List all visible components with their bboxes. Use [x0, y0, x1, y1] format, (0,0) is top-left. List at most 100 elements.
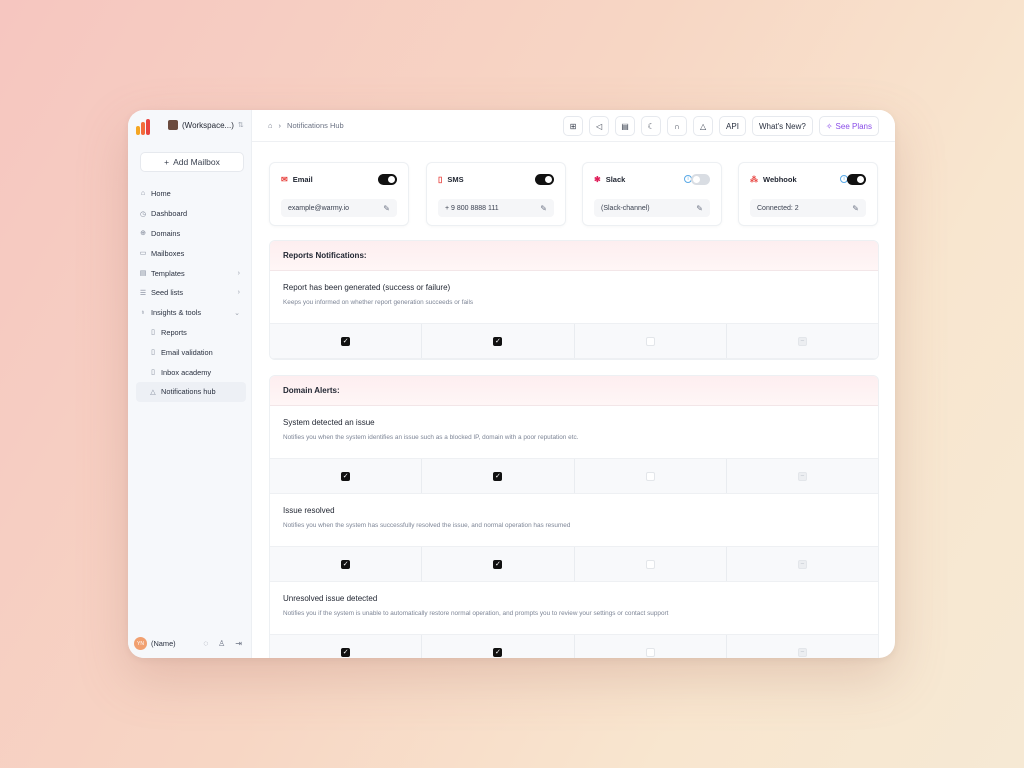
checkbox-cell: ✓: [422, 547, 575, 581]
mailboxes-icon: ▭: [139, 250, 147, 258]
sidebar-item-label: Notifications hub: [161, 387, 216, 397]
user-icon[interactable]: ♙: [218, 639, 225, 648]
sidebar: (Workspace...) ⇅ + Add Mailbox ⌂ Home ◷ Da…: [128, 110, 252, 658]
sidebar-item-inbox-academy[interactable]: ▯ Inbox academy: [136, 362, 246, 382]
add-mailbox-label: Add Mailbox: [173, 157, 220, 167]
slack-checkbox[interactable]: [645, 471, 655, 481]
pencil-icon[interactable]: ✎: [540, 204, 547, 213]
sidebar-item-mailboxes[interactable]: ▭ Mailboxes: [136, 243, 246, 263]
sidebar-item-label: Email validation: [161, 347, 213, 357]
chat-icon[interactable]: ◌: [203, 639, 208, 648]
slack-toggle[interactable]: [691, 174, 710, 185]
workspace-selector[interactable]: (Workspace...) ⇅: [168, 120, 244, 130]
envelope-icon: ✉: [281, 175, 288, 184]
sidebar-item-seed-lists[interactable]: ☰ Seed lists ›: [136, 283, 246, 303]
breadcrumb-current: Notifications Hub: [287, 121, 344, 130]
channel-header: ▯ SMS: [438, 175, 464, 184]
pencil-icon[interactable]: ✎: [383, 204, 390, 213]
notification-description: Notifies you when the system has success…: [283, 522, 571, 529]
sidebar-item-insights[interactable]: ♁ Insights & tools ⌄: [136, 303, 246, 323]
dashboard-icon: ◷: [139, 210, 147, 218]
megaphone-icon[interactable]: ◁: [589, 116, 610, 136]
headset-icon[interactable]: ∩: [667, 116, 688, 136]
email-checkbox[interactable]: ✓: [341, 559, 351, 569]
email-checkbox[interactable]: ✓: [341, 647, 351, 657]
checkbox-cell: [575, 459, 727, 493]
notification-item: System detected an issue Notifies you wh…: [270, 406, 878, 458]
avatar[interactable]: YN: [134, 637, 147, 650]
see-plans-button[interactable]: ✧ See Plans: [818, 116, 879, 136]
checkbox-cell: –: [727, 459, 878, 493]
sms-checkbox[interactable]: ✓: [493, 336, 503, 346]
whats-new-button[interactable]: What's New?: [751, 116, 813, 136]
moon-icon[interactable]: ☾: [641, 116, 662, 136]
email-checkbox[interactable]: ✓: [341, 471, 351, 481]
notification-title: Report has been generated (success or fa…: [283, 283, 451, 292]
document-icon[interactable]: ▤: [615, 116, 636, 136]
slack-channel-field[interactable]: (Slack-channel) ✎: [594, 199, 710, 217]
slack-checkbox[interactable]: [645, 647, 655, 657]
pencil-icon[interactable]: ✎: [852, 204, 859, 213]
notification-bell-icon[interactable]: △: [693, 116, 714, 136]
channel-value: + 9 800 8888 111: [445, 204, 499, 212]
webhook-checkbox[interactable]: –: [797, 471, 807, 481]
channel-header: ✱ Slack: [594, 175, 625, 184]
sidebar-item-label: Reports: [161, 327, 187, 337]
checkbox-cell: ✓: [270, 547, 423, 581]
webhook-checkbox[interactable]: –: [797, 336, 807, 346]
section-title: Reports Notifications:: [270, 241, 878, 271]
sidebar-item-email-validation[interactable]: ▯ Email validation: [136, 342, 246, 362]
reports-notifications-section: Reports Notifications: Report has been g…: [269, 240, 879, 360]
checkbox-cell: [575, 547, 727, 581]
channel-checkbox-row: ✓ ✓ –: [270, 634, 878, 658]
app-logo: [136, 119, 150, 135]
checkbox-cell: ✓: [270, 635, 423, 658]
domain-alerts-section: Domain Alerts: System detected an issue …: [269, 375, 879, 658]
notification-item: Report has been generated (success or fa…: [270, 271, 878, 323]
pencil-icon[interactable]: ✎: [696, 204, 703, 213]
slack-checkbox[interactable]: [645, 336, 655, 346]
sms-checkbox[interactable]: ✓: [493, 471, 503, 481]
sidebar-item-notifications-hub[interactable]: △ Notifications hub: [136, 381, 246, 402]
home-icon[interactable]: ⌂: [268, 121, 273, 130]
webhook-checkbox[interactable]: –: [797, 559, 807, 569]
checkbox-cell: ✓: [270, 324, 423, 358]
sidebar-item-label: Home: [151, 189, 171, 199]
sidebar-item-templates[interactable]: ▤ Templates ›: [136, 263, 246, 283]
gift-icon[interactable]: ⊞: [563, 116, 584, 136]
plus-icon: +: [164, 157, 170, 167]
chevron-right-icon: ›: [278, 121, 282, 130]
channel-value: example@warmy.io: [288, 204, 350, 212]
add-mailbox-button[interactable]: + Add Mailbox: [140, 152, 244, 172]
notification-title: System detected an issue: [283, 418, 375, 427]
checkbox-cell: ✓: [422, 459, 575, 493]
checkbox-cell: ✓: [422, 324, 575, 358]
sidebar-item-dashboard[interactable]: ◷ Dashboard: [136, 204, 246, 224]
email-toggle[interactable]: [378, 174, 397, 185]
email-checkbox[interactable]: ✓: [341, 336, 351, 346]
chevron-down-icon: ⌄: [234, 309, 240, 317]
webhook-checkbox[interactable]: –: [797, 647, 807, 657]
sms-toggle[interactable]: [535, 174, 554, 185]
slack-checkbox[interactable]: [645, 559, 655, 569]
channel-value: (Slack-channel): [601, 204, 650, 212]
sms-checkbox[interactable]: ✓: [493, 647, 503, 657]
sidebar-item-domains[interactable]: ⊕ Domains: [136, 224, 246, 244]
logout-icon[interactable]: ⇥: [235, 639, 242, 648]
channel-name: Webhook: [763, 175, 797, 184]
sidebar-item-home[interactable]: ⌂ Home: [136, 184, 246, 204]
seed-lists-icon: ☰: [139, 289, 147, 297]
home-icon: ⌂: [140, 190, 146, 198]
section-title: Domain Alerts:: [270, 376, 878, 406]
webhook-toggle[interactable]: [847, 174, 866, 185]
templates-icon: ▤: [139, 270, 147, 278]
chevron-right-icon: ›: [237, 289, 240, 297]
phone-number-field[interactable]: + 9 800 8888 111 ✎: [438, 199, 554, 217]
sidebar-item-label: Dashboard: [151, 209, 188, 219]
email-address-field[interactable]: example@warmy.io ✎: [281, 199, 397, 217]
api-button[interactable]: API: [719, 116, 746, 136]
webhook-status-field[interactable]: Connected: 2 ✎: [750, 199, 866, 217]
workspace-name: (Workspace...): [182, 120, 234, 130]
sms-checkbox[interactable]: ✓: [493, 559, 503, 569]
sidebar-item-reports[interactable]: ▯ Reports: [136, 323, 246, 343]
